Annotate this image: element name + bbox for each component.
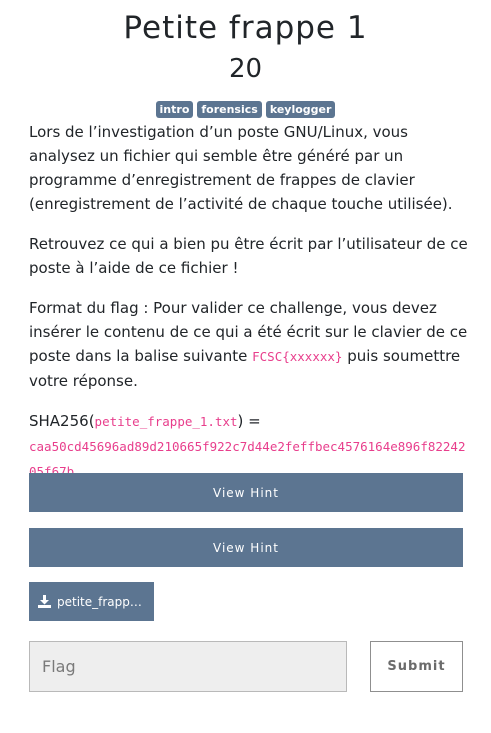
flag-input[interactable]: [29, 641, 347, 692]
description-paragraph: Lors de l’investigation d’un poste GNU/L…: [29, 123, 453, 213]
download-file-label: petite_frappe_1.txt: [57, 594, 145, 609]
challenge-title: Petite frappe 1: [123, 10, 368, 46]
sha256-filename: petite_frappe_1.txt: [94, 414, 238, 429]
flag-format-paragraph: Format du flag : Pour valider ce challen…: [29, 296, 469, 393]
download-file-button[interactable]: petite_frappe_1.txt: [29, 582, 154, 621]
view-hint-button[interactable]: View Hint: [29, 528, 463, 567]
view-hint-button[interactable]: View Hint: [29, 473, 463, 512]
challenge-points: 20: [228, 54, 263, 84]
sha256-equals: ) =: [237, 412, 261, 430]
submit-button[interactable]: Submit: [370, 641, 463, 692]
challenge-modal: Petite frappe 1 20 intro forensics keylo…: [0, 0, 491, 733]
tag-badge: forensics: [197, 101, 262, 118]
tag-badge: keylogger: [265, 101, 336, 118]
description-paragraph: Retrouvez ce qui a bien pu être écrit pa…: [29, 235, 468, 277]
challenge-description: Lors de l’investigation d’un poste GNU/L…: [29, 120, 469, 500]
download-icon: [38, 595, 51, 608]
flag-format-code: FCSC{xxxxxx}: [252, 349, 343, 364]
tag-list: intro forensics keylogger: [0, 101, 491, 118]
sha256-prefix: SHA256(: [29, 412, 95, 430]
tag-badge: intro: [155, 101, 194, 118]
